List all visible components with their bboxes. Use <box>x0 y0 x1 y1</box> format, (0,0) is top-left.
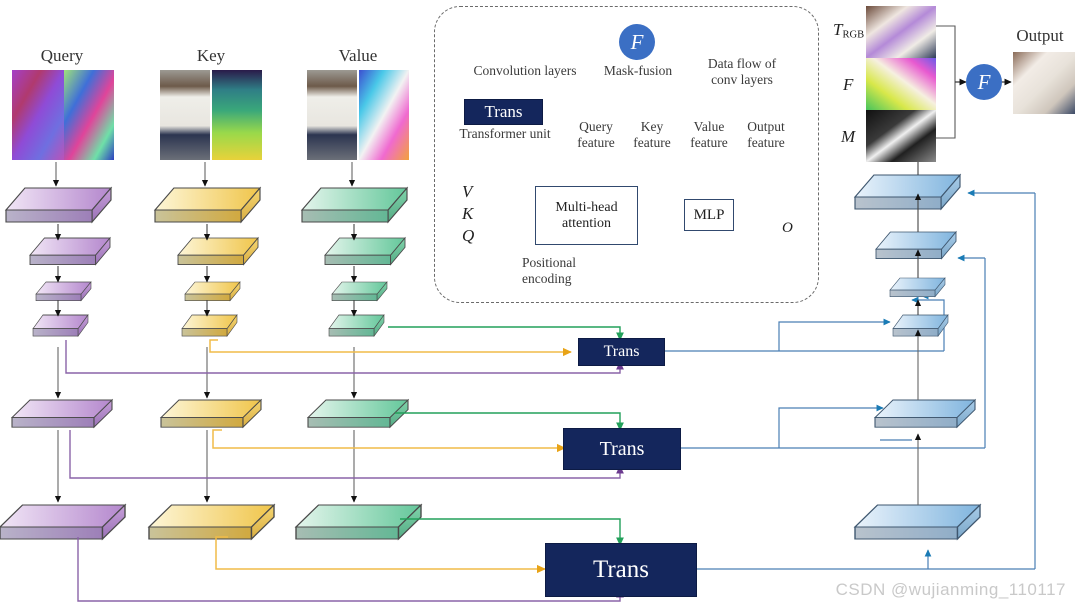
legend-output-feature-line1: Output <box>747 119 785 134</box>
column-header-key: Key <box>196 46 226 65</box>
legend-mask-fusion-label: Mask-fusion <box>603 63 673 78</box>
label-m: M <box>841 127 856 146</box>
output-title: Output <box>1016 26 1064 45</box>
legend-query-feature-line2: feature <box>577 135 615 150</box>
legend-data-flow-label-line1: Data flow of <box>707 56 777 71</box>
decoder-stack <box>854 147 981 540</box>
value-input-thumbnail <box>307 70 409 160</box>
legend-key-feature-line2: feature <box>633 135 671 150</box>
multi-head-attention-box: Multi-head attention <box>535 186 638 245</box>
positional-encoding-line1: Positional <box>522 255 577 270</box>
legend-transformer-unit-label: Transformer unit <box>459 126 551 141</box>
attention-label-line1: Multi-head <box>555 199 618 215</box>
positional-encoding-line2: encoding <box>522 271 572 286</box>
legend-query-feature-line1: Query <box>579 119 613 134</box>
label-f: F <box>843 75 854 94</box>
query-input-thumbnail <box>12 70 114 160</box>
trans-block-3[interactable]: Trans <box>545 543 697 597</box>
output-mask-fusion-icon: F <box>966 64 1002 100</box>
label-t-rgb: TRGB <box>833 20 865 41</box>
column-header-query: Query <box>40 46 84 65</box>
legend-key-feature-line1: Key <box>640 119 664 134</box>
transformer-input-q: Q <box>462 226 475 245</box>
value-encoder-stack <box>295 187 422 540</box>
trans-block-1[interactable]: Trans <box>578 338 665 366</box>
mlp-box: MLP <box>684 199 734 231</box>
transformer-output-label: O <box>782 220 793 236</box>
legend-data-flow-label-line2: conv layers <box>711 72 773 87</box>
query-encoder-stack <box>0 187 131 540</box>
column-header-value: Value <box>338 46 378 65</box>
legend-value-feature-line2: feature <box>690 135 728 150</box>
watermark: CSDN @wujianming_110117 <box>835 580 1066 599</box>
attention-label-line2: attention <box>562 215 611 231</box>
trans-block-2[interactable]: Trans <box>563 428 681 470</box>
legend-trans-chip: Trans <box>464 99 543 125</box>
transformer-input-v: V <box>462 182 473 201</box>
key-input-thumbnail <box>160 70 262 160</box>
mask-fusion-icon: F <box>619 24 655 60</box>
key-encoder-stack <box>148 187 275 540</box>
query-feature-routing <box>65 340 624 602</box>
legend-output-feature-line2: feature <box>747 135 785 150</box>
legend-conv-layers-label: Convolution layers <box>473 63 577 78</box>
legend-value-feature-line1: Value <box>693 119 725 134</box>
transformer-input-k: K <box>462 204 474 223</box>
diagram-canvas: Query Key Value Convolution layers F Mas… <box>0 0 1080 610</box>
